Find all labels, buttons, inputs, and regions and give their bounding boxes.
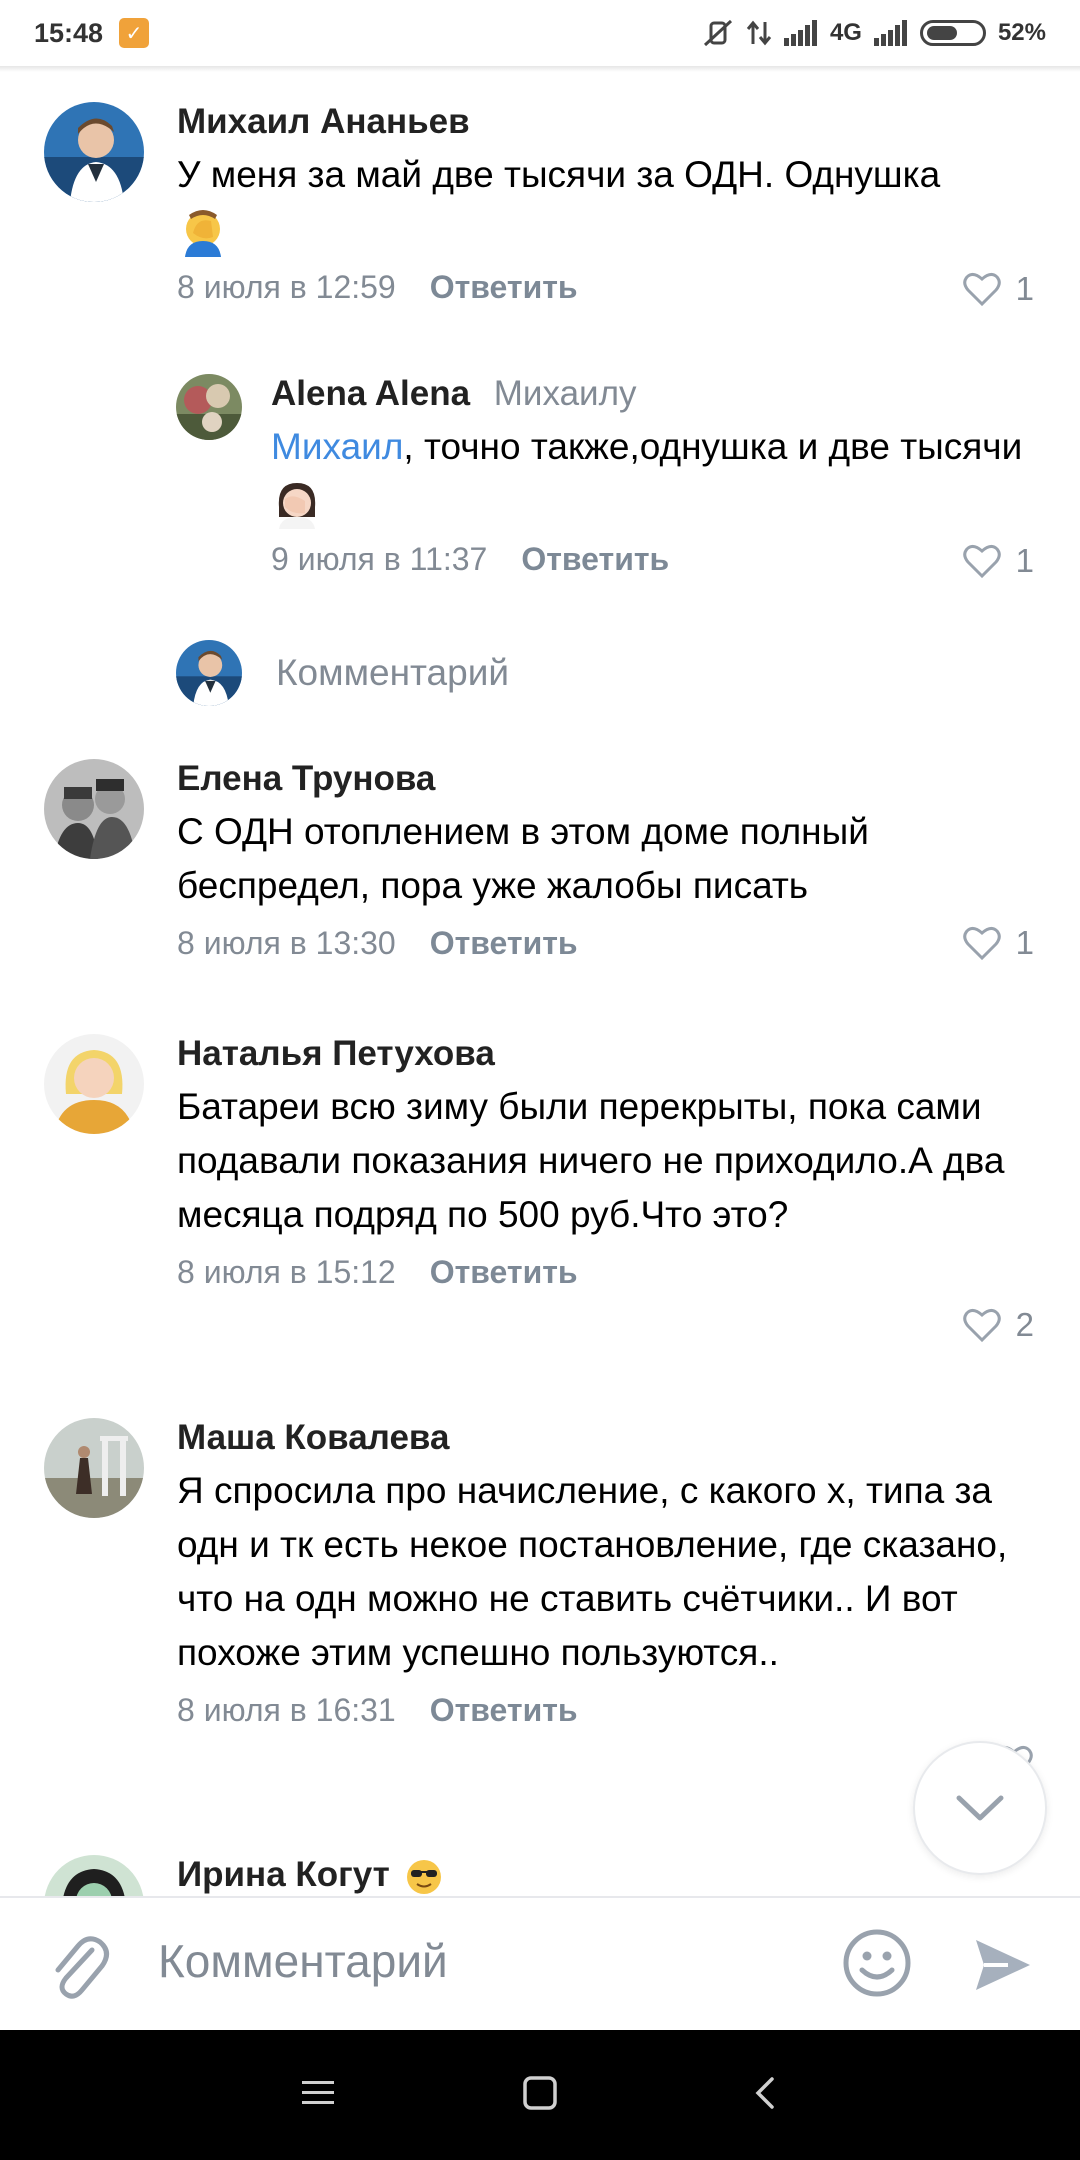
avatar[interactable] (44, 1855, 144, 1896)
comment: Ирина Когут (0, 1853, 1080, 1896)
reply-button[interactable]: Ответить (430, 1254, 578, 1291)
like-count: 2 (1015, 1306, 1034, 1343)
comment-date: 8 июля в 15:12 (177, 1253, 396, 1290)
data-transfer-icon (746, 20, 772, 46)
like-button[interactable]: 2 (962, 1306, 1034, 1344)
like-count: 1 (1015, 270, 1034, 307)
signal-icon (783, 20, 817, 46)
like-button[interactable]: 1 (962, 270, 1034, 308)
comment-text: Я спросила про начисление, с какого х, т… (177, 1470, 1008, 1673)
signal-icon-2 (873, 20, 907, 46)
sunglasses-emoji-icon (407, 1859, 442, 1894)
emoji-icon[interactable] (842, 1928, 912, 1998)
comment-date: 8 июля в 16:31 (177, 1691, 396, 1728)
comment-date: 8 июля в 12:59 (177, 268, 396, 305)
heart-icon (962, 926, 1001, 961)
my-avatar (176, 640, 242, 706)
comment-date: 8 июля в 13:30 (177, 924, 396, 961)
comment-author[interactable]: Ирина Когут (177, 1855, 390, 1894)
like-count: 1 (1015, 924, 1034, 961)
vibrate-mute-icon (703, 19, 732, 47)
reply-input-placeholder[interactable]: Комментарий (276, 652, 509, 694)
avatar[interactable] (44, 759, 144, 859)
send-icon[interactable] (972, 1934, 1034, 1996)
network-type: 4G (829, 19, 862, 46)
notification-icon: ✓ (119, 18, 150, 48)
comment-text: С ОДН отоплением в этом доме полный бесп… (177, 811, 869, 906)
status-time: 15:48 (34, 17, 104, 48)
reply-button[interactable]: Ответить (521, 541, 669, 578)
status-bar: 15:48 ✓ 4G 52% (0, 0, 1080, 66)
scroll-down-button[interactable] (913, 1741, 1047, 1875)
heart-icon (962, 544, 1001, 579)
avatar[interactable] (44, 1418, 144, 1518)
heart-icon (962, 272, 1001, 307)
facepalm-woman-emoji-icon (278, 483, 316, 530)
comment-author[interactable]: Михаил Ананьев (177, 100, 1040, 144)
like-button[interactable]: 1 (962, 542, 1034, 580)
navigation-bar (0, 2030, 1080, 2160)
heart-icon (962, 1308, 1001, 1343)
comment-date: 9 июля в 11:37 (271, 540, 488, 577)
like-button[interactable]: 1 (962, 924, 1034, 962)
mention-link[interactable]: Михаил (271, 426, 403, 467)
reply-button[interactable]: Ответить (430, 1692, 578, 1729)
comment-author[interactable]: Маша Ковалева (177, 1416, 1040, 1460)
reply-button[interactable]: Ответить (430, 269, 578, 306)
attach-icon[interactable] (46, 1932, 110, 2002)
comment-author[interactable]: Alena Alena (271, 374, 470, 413)
menu-icon[interactable] (300, 2075, 336, 2111)
avatar[interactable] (44, 1034, 144, 1134)
reply-to-label[interactable]: Михаилу (494, 374, 637, 413)
comment-bar: Комментарий (0, 1896, 1080, 2030)
battery-icon (919, 20, 986, 46)
like-count: 1 (1015, 542, 1034, 579)
reply-button[interactable]: Ответить (430, 925, 578, 962)
home-icon[interactable] (522, 2075, 558, 2111)
avatar[interactable] (176, 374, 242, 440)
reply-comment-input[interactable]: Комментарий (176, 640, 509, 706)
comment-text: , точно также,однушка и две тысячи (403, 426, 1023, 467)
comment-author[interactable]: Наталья Петухова (177, 1032, 1040, 1076)
battery-percent: 52% (997, 19, 1046, 46)
facepalm-emoji-icon (185, 210, 221, 258)
avatar[interactable] (44, 102, 144, 202)
comment-input[interactable]: Комментарий (158, 1934, 448, 1988)
comment-author[interactable]: Елена Трунова (177, 757, 1040, 801)
chevron-down-icon (956, 1795, 1004, 1821)
back-icon[interactable] (748, 2075, 784, 2111)
comment-text: У меня за май две тысячи за ОДН. Однушка (177, 154, 941, 195)
comment-text: Батареи всю зиму были перекрыты, пока са… (177, 1086, 1005, 1235)
